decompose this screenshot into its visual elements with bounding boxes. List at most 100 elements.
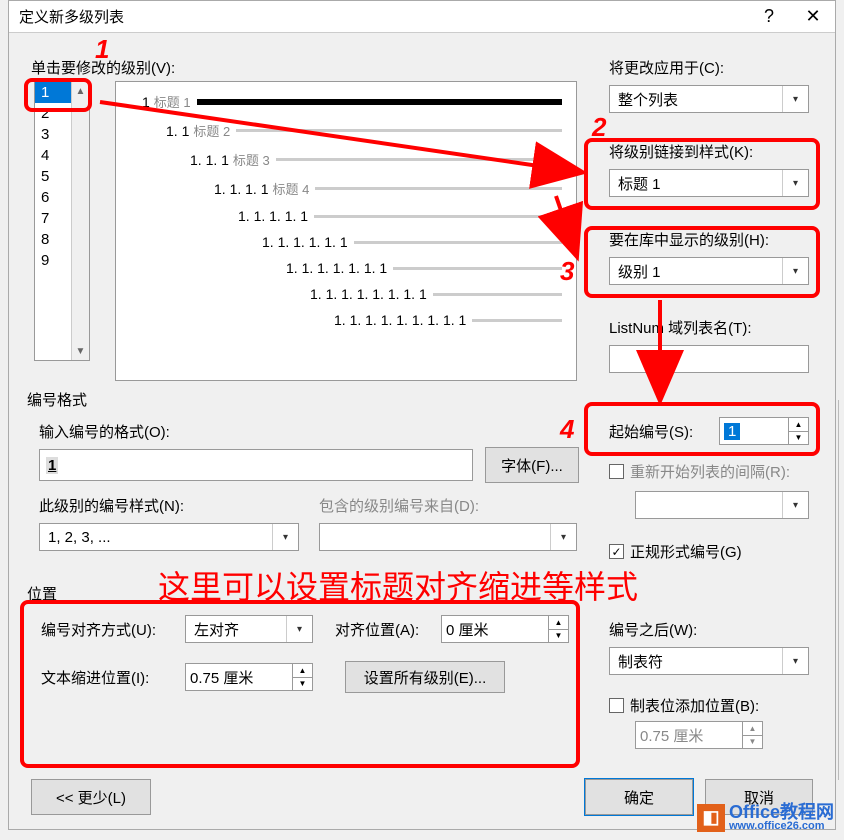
- preview-label: 标题 1: [154, 92, 191, 111]
- preview-line: [433, 293, 562, 296]
- watermark-logo: ◧ Office教程网 www.office26.com: [697, 803, 834, 832]
- spin-up-icon[interactable]: ▲: [789, 418, 808, 432]
- apply-to-label: 将更改应用于(C):: [609, 57, 724, 78]
- listnum-label: ListNum 域列表名(T):: [609, 317, 752, 338]
- checkbox-icon: ✓: [609, 544, 624, 559]
- guide-line: [838, 400, 839, 780]
- show-level-value: 级别 1: [618, 261, 661, 282]
- chevron-down-icon[interactable]: ▾: [782, 492, 808, 518]
- font-button[interactable]: 字体(F)...: [485, 447, 579, 483]
- listnum-input[interactable]: [609, 345, 809, 373]
- chevron-down-icon[interactable]: ▾: [286, 616, 312, 642]
- logo-icon: ◧: [697, 804, 725, 832]
- preview-number: 1. 1. 1. 1. 1. 1. 1. 1: [310, 286, 427, 302]
- help-button[interactable]: ?: [747, 1, 791, 33]
- preview-number: 1. 1. 1. 1. 1: [238, 208, 308, 224]
- click-level-label: 单击要修改的级别(V):: [31, 57, 175, 78]
- scroll-up-icon[interactable]: ▲: [72, 82, 89, 100]
- less-button[interactable]: << 更少(L): [31, 779, 151, 815]
- chevron-down-icon[interactable]: ▾: [782, 648, 808, 674]
- format-input[interactable]: 1: [39, 449, 473, 481]
- tab-stop-value: 0.75 厘米: [640, 725, 703, 746]
- align-style-combo[interactable]: 左对齐 ▾: [185, 615, 313, 643]
- link-style-combo[interactable]: 标题 1 ▾: [609, 169, 809, 197]
- preview-number: 1. 1. 1: [190, 152, 229, 168]
- indent-at-label: 文本缩进位置(I):: [41, 667, 149, 688]
- align-style-label: 编号对齐方式(U):: [41, 619, 156, 640]
- preview-line: [472, 319, 562, 322]
- tab-stop-checkbox[interactable]: 制表位添加位置(B):: [609, 695, 759, 716]
- start-label: 起始编号(S):: [609, 421, 693, 442]
- preview-number: 1: [142, 94, 150, 110]
- level-listbox[interactable]: 123456789 ▲ ▼: [34, 81, 90, 361]
- logo-text: Office教程网: [729, 803, 834, 821]
- align-at-spinner[interactable]: 0 厘米 ▲ ▼: [441, 615, 569, 643]
- preview-line: [276, 158, 562, 161]
- preview-row: 1. 1. 1. 1. 1: [130, 208, 562, 224]
- set-all-levels-button[interactable]: 设置所有级别(E)...: [345, 661, 505, 693]
- spin-up-icon[interactable]: ▲: [293, 664, 312, 678]
- logo-url: www.office26.com: [729, 821, 834, 832]
- indent-at-spinner[interactable]: 0.75 厘米 ▲ ▼: [185, 663, 313, 691]
- preview-line: [197, 99, 562, 105]
- chevron-down-icon[interactable]: ▾: [782, 258, 808, 284]
- checkbox-icon: [609, 698, 624, 713]
- indent-at-value: 0.75 厘米: [190, 667, 253, 688]
- number-format-group-label: 编号格式: [27, 389, 87, 410]
- chevron-down-icon[interactable]: ▾: [782, 170, 808, 196]
- preview-row: 1标题 1: [130, 92, 562, 111]
- align-at-label: 对齐位置(A):: [335, 619, 419, 640]
- preview-line: [315, 187, 562, 190]
- preview-label: 标题 2: [193, 121, 230, 140]
- num-style-label: 此级别的编号样式(N):: [39, 495, 184, 516]
- spin-down-icon[interactable]: ▼: [743, 736, 762, 749]
- preview-box: 1标题 11. 1标题 21. 1. 1标题 31. 1. 1. 1标题 41.…: [115, 81, 577, 381]
- show-level-combo[interactable]: 级别 1 ▾: [609, 257, 809, 285]
- chevron-down-icon[interactable]: ▾: [272, 524, 298, 550]
- spin-down-icon[interactable]: ▼: [549, 630, 568, 643]
- position-group-label: 位置: [27, 583, 57, 604]
- apply-to-combo[interactable]: 整个列表 ▾: [609, 85, 809, 113]
- follow-value: 制表符: [618, 651, 663, 672]
- preview-line: [354, 241, 562, 244]
- titlebar: 定义新多级列表 ? ✕: [9, 1, 835, 33]
- preview-row: 1. 1. 1. 1. 1. 1: [130, 234, 562, 250]
- preview-line: [314, 215, 562, 218]
- chevron-down-icon[interactable]: ▾: [550, 524, 576, 550]
- spin-up-icon[interactable]: ▲: [549, 616, 568, 630]
- preview-row: 1. 1. 1. 1. 1. 1. 1. 1. 1: [130, 312, 562, 328]
- preview-number: 1. 1. 1. 1. 1. 1. 1: [286, 260, 387, 276]
- scroll-down-icon[interactable]: ▼: [72, 342, 89, 360]
- chevron-down-icon[interactable]: ▾: [782, 86, 808, 112]
- enter-format-label: 输入编号的格式(O):: [39, 421, 170, 442]
- tab-stop-spinner[interactable]: 0.75 厘米 ▲ ▼: [635, 721, 763, 749]
- include-from-label: 包含的级别编号来自(D):: [319, 495, 479, 516]
- include-from-combo[interactable]: ▾: [319, 523, 577, 551]
- close-button[interactable]: ✕: [791, 1, 835, 33]
- scrollbar[interactable]: ▲ ▼: [71, 82, 89, 360]
- preview-number: 1. 1: [166, 123, 189, 139]
- preview-number: 1. 1. 1. 1: [214, 181, 268, 197]
- num-style-value: 1, 2, 3, ...: [48, 529, 111, 546]
- show-level-label: 要在库中显示的级别(H):: [609, 229, 769, 250]
- legal-checkbox[interactable]: ✓ 正规形式编号(G): [609, 541, 742, 562]
- preview-row: 1. 1. 1. 1. 1. 1. 1: [130, 260, 562, 276]
- spin-down-icon[interactable]: ▼: [293, 678, 312, 691]
- preview-line: [393, 267, 562, 270]
- preview-number: 1. 1. 1. 1. 1. 1. 1. 1. 1: [334, 312, 466, 328]
- preview-row: 1. 1. 1. 1标题 4: [130, 179, 562, 198]
- spin-up-icon[interactable]: ▲: [743, 722, 762, 736]
- preview-row: 1. 1. 1标题 3: [130, 150, 562, 169]
- preview-label: 标题 3: [233, 150, 270, 169]
- follow-number-label: 编号之后(W):: [609, 619, 697, 640]
- ok-button[interactable]: 确定: [585, 779, 693, 815]
- restart-checkbox[interactable]: 重新开始列表的间隔(R):: [609, 461, 790, 482]
- preview-row: 1. 1标题 2: [130, 121, 562, 140]
- num-style-combo[interactable]: 1, 2, 3, ... ▾: [39, 523, 299, 551]
- start-value: 1: [724, 423, 740, 440]
- spin-down-icon[interactable]: ▼: [789, 432, 808, 445]
- restart-combo[interactable]: ▾: [635, 491, 809, 519]
- follow-number-combo[interactable]: 制表符 ▾: [609, 647, 809, 675]
- start-spinner[interactable]: 1 ▲ ▼: [719, 417, 809, 445]
- window-title: 定义新多级列表: [19, 6, 747, 27]
